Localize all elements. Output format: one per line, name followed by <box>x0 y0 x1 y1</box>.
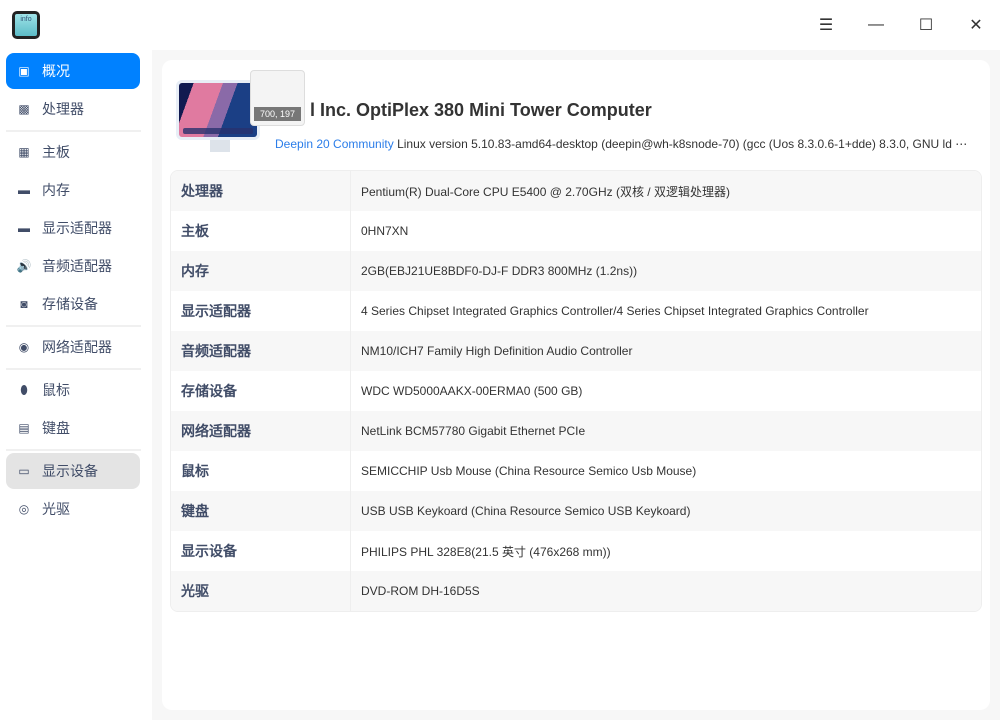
sidebar-item-computer[interactable]: ▣ 概况 <box>6 53 140 89</box>
row-label: 网络适配器 <box>171 411 351 451</box>
table-row: 鼠标 SEMICCHIP Usb Mouse (China Resource Se… <box>171 451 981 491</box>
app-icon: info <box>12 11 40 39</box>
row-value: WDC WD5000AAKX-00ERMA0 (500 GB) <box>361 384 583 398</box>
monitor-icon: ▭ <box>18 464 30 478</box>
os-link[interactable]: Deepin 20 Community <box>275 137 394 151</box>
table-row: 键盘 USB USB Keykoard (China Resource Semic… <box>171 491 981 531</box>
disk-icon: ◙ <box>20 297 28 311</box>
table-row: 网络适配器 NetLink BCM57780 Gigabit Ethernet P… <box>171 411 981 451</box>
sidebar-item-disk[interactable]: ◙ 存储设备 <box>6 286 140 322</box>
table-row: 存储设备 WDC WD5000AAKX-00ERMA0 (500 GB) <box>171 371 981 411</box>
sidebar-item-label: 显示适配器 <box>42 220 112 236</box>
row-value: SEMICCHIP Usb Mouse (China Resource Semi… <box>361 464 697 478</box>
row-value: 4 Series Chipset Integrated Graphics Con… <box>361 304 869 318</box>
overview-card: 700, 197 l Inc. OptiPlex 380 Mini Tower … <box>162 60 990 710</box>
gpu-icon: ▬ <box>18 221 30 235</box>
table-row: 内存 2GB(EBJ21UE8BDF0-DJ-F DDR3 800MHz (1.2… <box>171 251 981 291</box>
tooltip: 700, 197 <box>250 70 305 126</box>
sidebar-item-network[interactable]: ◉ 网络适配器 <box>6 329 140 365</box>
row-label: 鼠标 <box>171 451 351 491</box>
row-label: 显示适配器 <box>171 291 351 331</box>
minimize-button[interactable]: — <box>861 10 891 40</box>
kernel-version: Linux version 5.10.83-amd64-desktop (dee… <box>393 137 968 151</box>
computer-icon: ▣ <box>18 64 30 78</box>
keyboard-icon: ▤ <box>18 421 30 435</box>
tooltip-text: 700, 197 <box>254 107 301 121</box>
row-value: NetLink BCM57780 Gigabit Ethernet PCIe <box>361 424 586 438</box>
sidebar-item-label: 键盘 <box>42 420 70 436</box>
sidebar-item-label: 网络适配器 <box>42 339 112 355</box>
sidebar-item-label: 音频适配器 <box>42 258 112 274</box>
sidebar-item-motherboard[interactable]: ▦ 主板 <box>6 134 140 170</box>
row-value: USB USB Keykoard (China Resource Semico … <box>361 504 691 518</box>
row-label: 处理器 <box>171 171 351 211</box>
sidebar-item-disc[interactable]: ◎ 光驱 <box>6 491 140 527</box>
sidebar-item-mouse[interactable]: ⬮ 鼠标 <box>6 372 140 408</box>
motherboard-icon: ▦ <box>18 145 30 159</box>
network-icon: ◉ <box>18 340 30 354</box>
sidebar-item-label: 鼠标 <box>42 382 70 398</box>
sidebar-divider <box>6 449 141 451</box>
table-row: 显示设备 PHILIPS PHL 328E8(21.5 英寸 (476x268 m… <box>171 531 981 571</box>
row-label: 键盘 <box>171 491 351 531</box>
sidebar-item-label: 处理器 <box>42 101 84 117</box>
table-row: 主板 0HN7XN <box>171 211 981 251</box>
sidebar-item-label: 内存 <box>42 182 70 198</box>
sidebar-divider <box>6 130 141 132</box>
main-area: 700, 197 l Inc. OptiPlex 380 Mini Tower … <box>152 50 1000 720</box>
row-label: 光驱 <box>171 571 351 611</box>
cpu-icon: ▩ <box>18 102 30 116</box>
sidebar: ▣ 概况 ▩ 处理器 ▦ 主板 ▬ 内存 ▬ 显示适配器 🔊 音频适配器 ◙ 存储设备 ◉ 网络适配器 ⬮ 鼠标 ▤… <box>0 50 152 720</box>
sidebar-item-label: 显示设备 <box>42 463 98 479</box>
sidebar-item-keyboard[interactable]: ▤ 键盘 <box>6 410 140 446</box>
row-label: 音频适配器 <box>171 331 351 371</box>
sidebar-item-label: 概况 <box>42 63 70 79</box>
row-value: Pentium(R) Dual-Core CPU E5400 @ 2.70GHz… <box>361 184 730 199</box>
row-value: DVD-ROM DH-16D5S <box>361 584 480 598</box>
speaker-icon: 🔊 <box>16 259 32 273</box>
sidebar-item-cpu[interactable]: ▩ 处理器 <box>6 91 140 127</box>
sidebar-item-gpu[interactable]: ▬ 显示适配器 <box>6 210 140 246</box>
title-bar: info ☰ — ☐ ✕ <box>0 0 1000 50</box>
sidebar-divider <box>6 368 141 370</box>
os-info: Deepin 20 Community Linux version 5.10.8… <box>275 137 967 151</box>
sidebar-item-memory[interactable]: ▬ 内存 <box>6 172 140 208</box>
memory-icon: ▬ <box>18 183 30 197</box>
sidebar-divider <box>6 325 141 327</box>
row-label: 主板 <box>171 211 351 251</box>
row-value: PHILIPS PHL 328E8(21.5 英寸 (476x268 mm)) <box>361 544 611 559</box>
row-label: 存储设备 <box>171 371 351 411</box>
computer-title: l Inc. OptiPlex 380 Mini Tower Computer <box>310 100 652 120</box>
sidebar-item-label: 光驱 <box>42 501 70 517</box>
monitor-stand <box>210 140 230 152</box>
mouse-icon: ⬮ <box>20 382 28 397</box>
table-row: 音频适配器 NM10/ICH7 Family High Definition Au… <box>171 331 981 371</box>
table-row: 显示适配器 4 Series Chipset Integrated Graphic… <box>171 291 981 331</box>
maximize-button[interactable]: ☐ <box>911 10 941 40</box>
menu-button[interactable]: ☰ <box>811 10 841 40</box>
sidebar-item-speaker[interactable]: 🔊 音频适配器 <box>6 248 140 284</box>
computer-illustration <box>176 80 260 140</box>
sidebar-item-label: 主板 <box>42 144 70 160</box>
disc-icon: ◎ <box>18 502 30 516</box>
row-label: 内存 <box>171 251 351 291</box>
row-label: 显示设备 <box>171 531 351 571</box>
table-row: 处理器 Pentium(R) Dual-Core CPU E5400 @ 2.70… <box>171 171 981 211</box>
table-row: 光驱 DVD-ROM DH-16D5S <box>171 571 981 611</box>
row-value: 2GB(EBJ21UE8BDF0-DJ-F DDR3 800MHz (1.2ns… <box>361 264 638 278</box>
row-value: NM10/ICH7 Family High Definition Audio C… <box>361 344 633 358</box>
sidebar-item-monitor[interactable]: ▭ 显示设备 <box>6 453 140 489</box>
row-value: 0HN7XN <box>361 224 409 238</box>
sidebar-item-label: 存储设备 <box>42 296 98 312</box>
overview-table: 处理器 Pentium(R) Dual-Core CPU E5400 @ 2.70… <box>170 170 982 612</box>
close-button[interactable]: ✕ <box>961 10 991 40</box>
